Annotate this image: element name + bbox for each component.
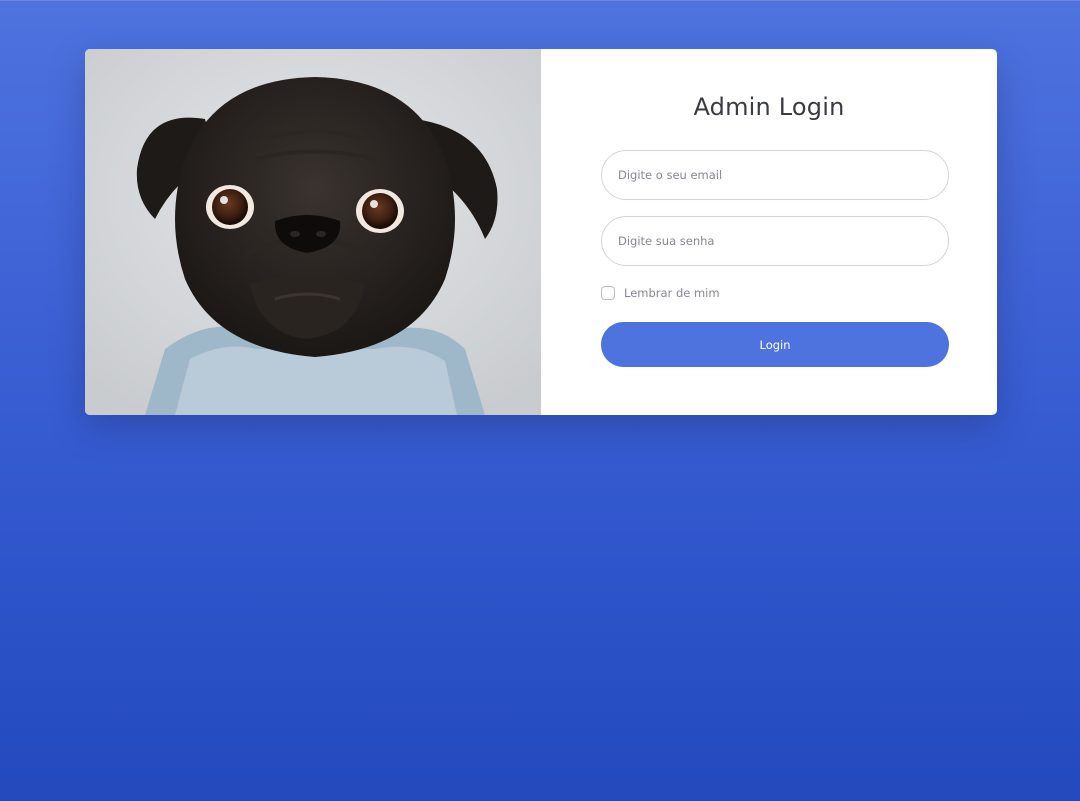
remember-me-label: Lembrar de mim	[624, 286, 720, 300]
login-button[interactable]: Login	[601, 322, 949, 367]
remember-me-checkbox[interactable]	[601, 286, 615, 300]
password-field[interactable]	[601, 216, 949, 266]
email-field[interactable]	[601, 150, 949, 200]
login-card: Admin Login Lembrar de mim Login	[85, 49, 997, 415]
remember-me[interactable]: Lembrar de mim	[601, 286, 720, 300]
page-title: Admin Login	[693, 93, 845, 121]
top-border	[0, 0, 1080, 1]
login-image	[85, 49, 541, 415]
pug-photo	[85, 49, 541, 415]
login-form-panel: Admin Login Lembrar de mim Login	[541, 49, 997, 415]
